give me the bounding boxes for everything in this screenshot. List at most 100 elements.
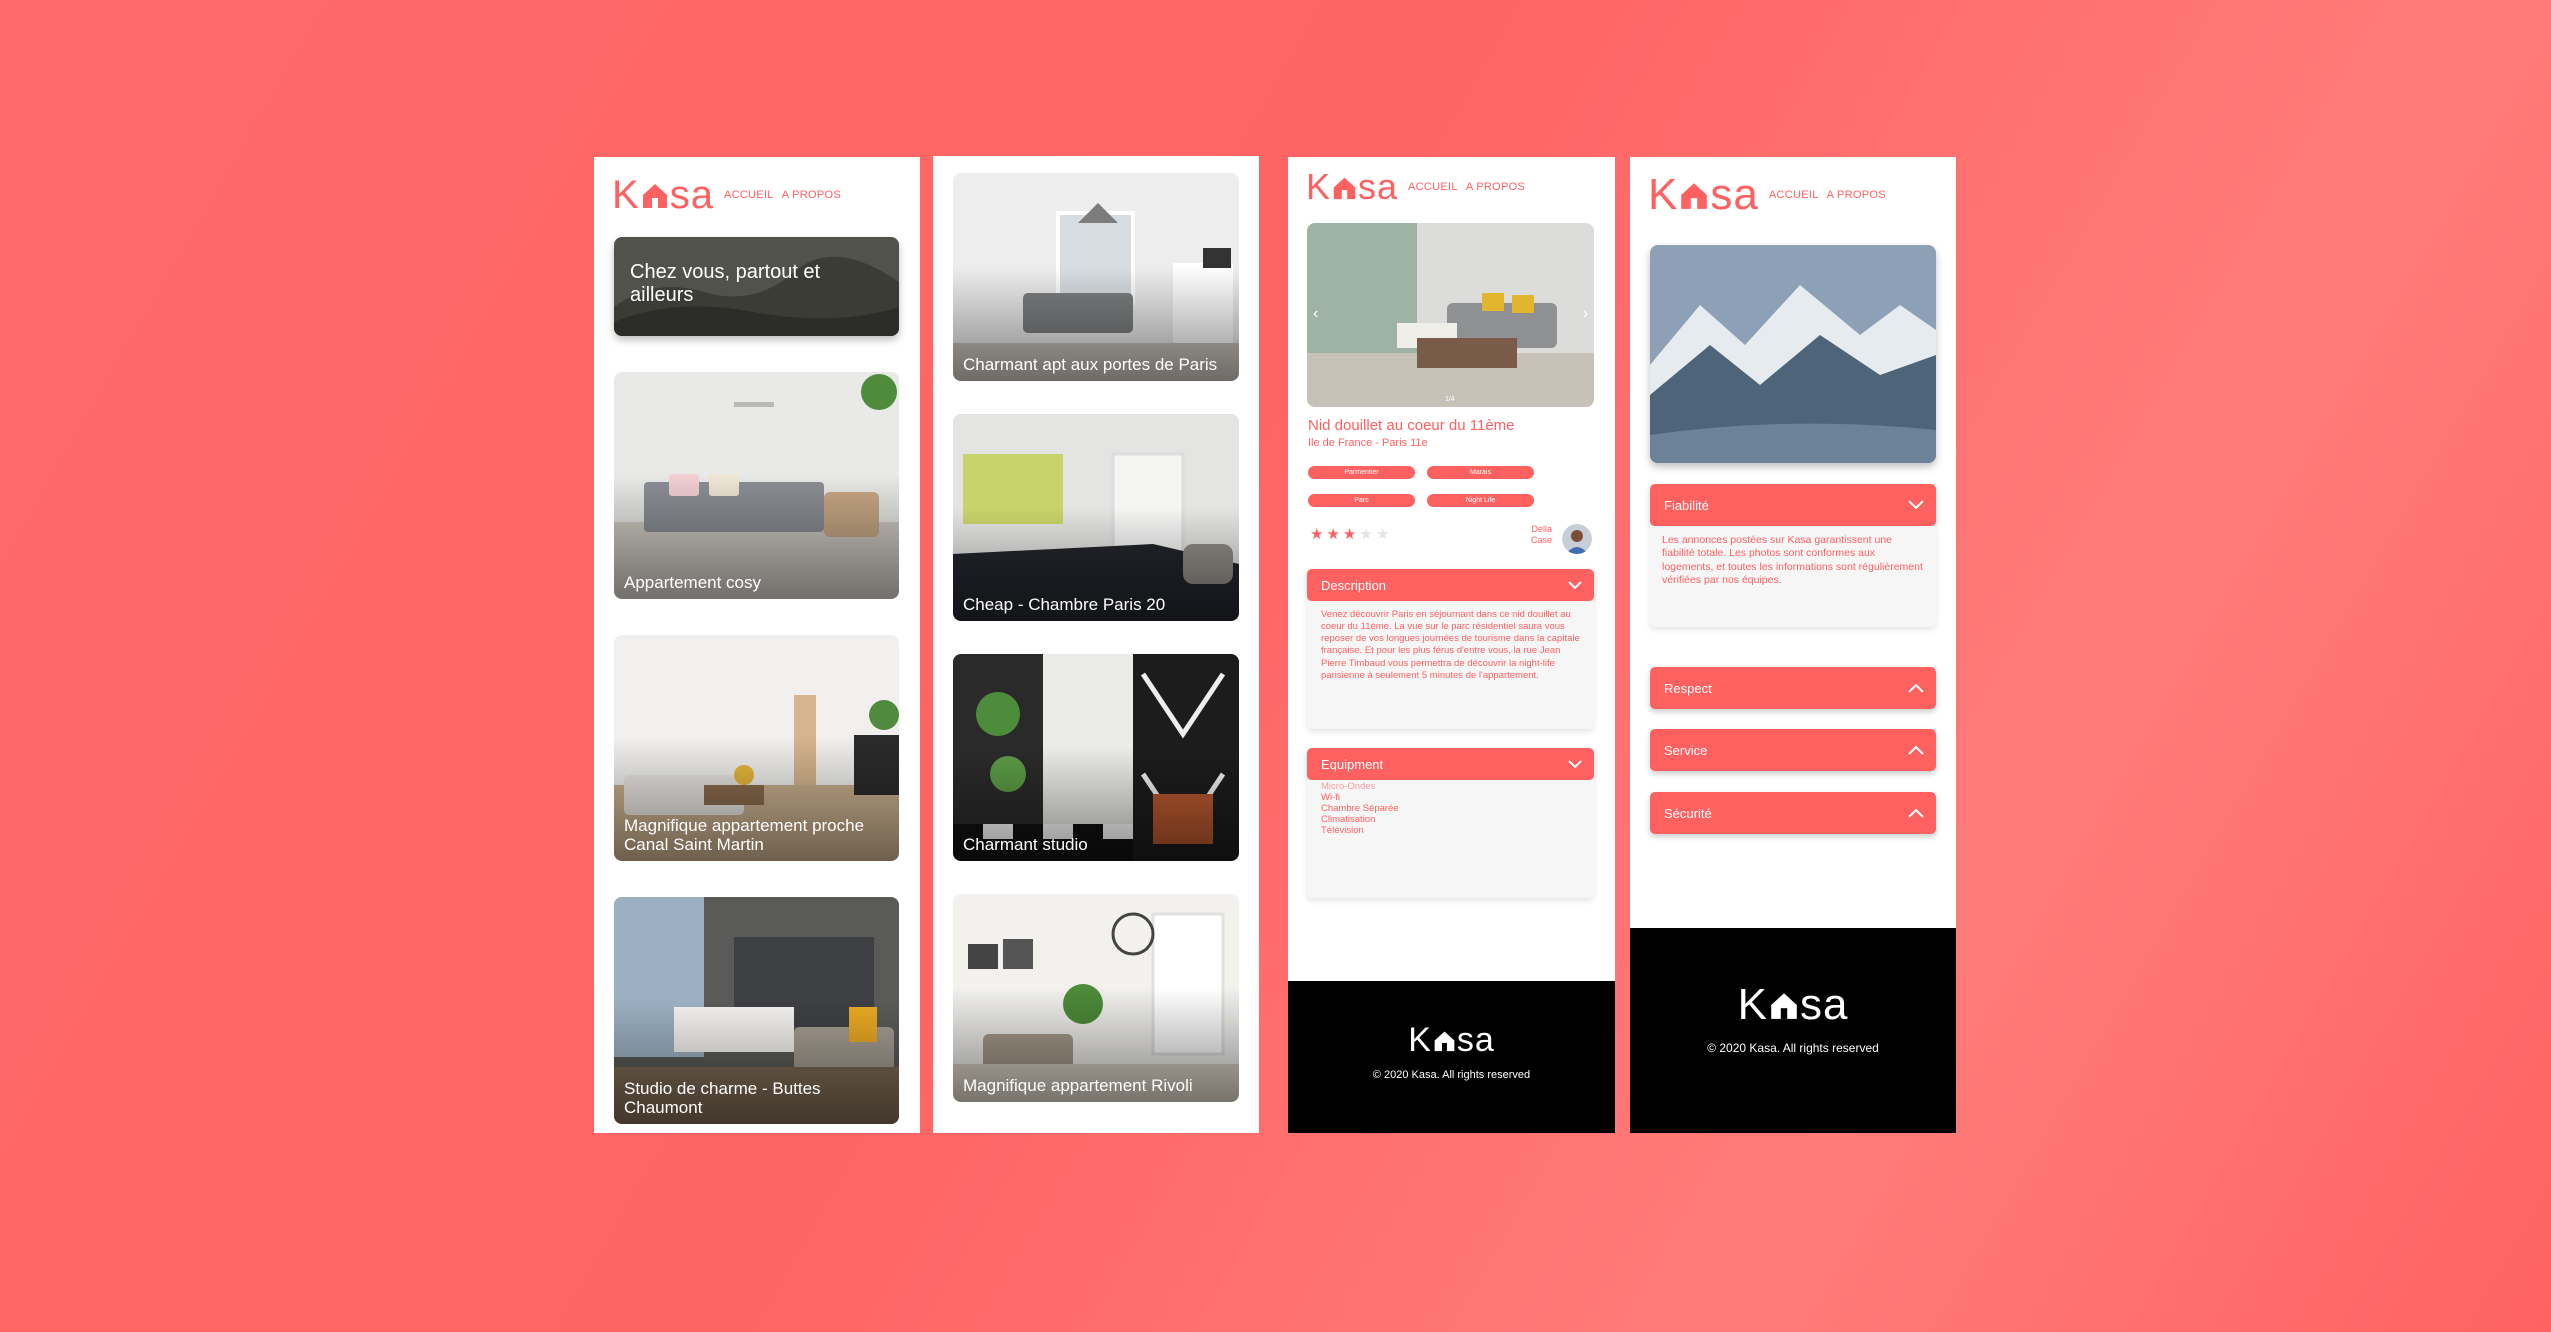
logo-letters-sa: sa <box>669 173 714 217</box>
chevron-down-icon <box>1568 759 1582 768</box>
chevron-down-icon <box>1908 500 1924 510</box>
fiabilite-collapse-header[interactable]: Fiabilité <box>1650 484 1936 526</box>
kasa-logo[interactable]: K sa <box>612 175 714 215</box>
respect-label: Respect <box>1664 680 1712 696</box>
securite-collapse-header[interactable]: Sécurité <box>1650 792 1936 834</box>
description-label: Description <box>1321 577 1387 593</box>
footer: K sa © 2020 Kasa. All rights reserved <box>1288 981 1615 1133</box>
house-icon <box>1333 177 1356 199</box>
kasa-logo[interactable]: K sa <box>1648 173 1759 217</box>
nav-link-home[interactable]: ACCUEIL <box>724 189 774 201</box>
listing-card[interactable]: Charmant apt aux portes de Paris <box>953 173 1239 381</box>
footer: K sa © 2020 Kasa. All rights reserved <box>1630 928 1956 1133</box>
nav-link-about[interactable]: A PROPOS <box>1827 189 1886 201</box>
logo-letters-sa: sa <box>1710 170 1759 219</box>
equipment-label: Equipment <box>1321 756 1384 772</box>
nav-link-home[interactable]: ACCUEIL <box>1408 181 1458 193</box>
listing-card[interactable]: Magnifique appartement Rivoli <box>953 894 1239 1102</box>
house-icon <box>1434 1030 1455 1051</box>
kasa-logo[interactable]: K sa <box>1306 169 1398 205</box>
chevron-right-icon[interactable]: › <box>1583 305 1588 323</box>
listing-title: Charmant studio <box>963 835 1088 855</box>
listing-title: Appartement cosy <box>624 573 762 593</box>
house-icon <box>1771 993 1797 1019</box>
host-name: Della Case <box>1518 524 1552 546</box>
star-icon: ★ <box>1359 526 1373 543</box>
logo-letter-k: K <box>1737 980 1768 1029</box>
gallery-photo <box>1307 223 1594 407</box>
banner-mountain-image <box>1650 245 1936 463</box>
main-nav: ACCUEIL A PROPOS <box>1408 181 1525 193</box>
host-avatar <box>1562 524 1592 554</box>
chevron-up-icon <box>1908 808 1924 818</box>
logo-letters-sa: sa <box>1456 1021 1495 1059</box>
slide-counter: 1/4 <box>1445 396 1455 403</box>
tag: Marais <box>1427 466 1534 479</box>
host-first-name: Della <box>1531 524 1552 534</box>
house-icon <box>642 184 667 208</box>
securite-label: Sécurité <box>1664 805 1712 821</box>
footer-logo: K sa <box>1738 983 1849 1027</box>
about-banner <box>1650 245 1936 463</box>
listing-title: Magnifique appartement Rivoli <box>963 1076 1193 1096</box>
header: K sa ACCUEIL A PROPOS <box>1648 173 1956 217</box>
logo-letter-k: K <box>1648 170 1679 219</box>
logo-letters-sa: sa <box>1799 980 1849 1029</box>
footer-copyright: © 2020 Kasa. All rights reserved <box>1707 1041 1879 1055</box>
header: K sa ACCUEIL A PROPOS <box>1306 169 1615 205</box>
equipment-item: Télévision <box>1321 824 1364 836</box>
home-screen-1: K sa ACCUEIL A PROPOS Chez vous, partout… <box>594 157 920 1133</box>
logo-letters-sa: sa <box>1358 166 1399 207</box>
listing-title: Magnifique appartement proche Canal Sain… <box>624 815 865 855</box>
tag: Night Life <box>1427 494 1534 507</box>
nav-link-home[interactable]: ACCUEIL <box>1769 189 1819 201</box>
house-icon <box>1681 183 1708 209</box>
nav-link-about[interactable]: A PROPOS <box>1466 181 1525 193</box>
service-label: Service <box>1664 742 1708 758</box>
tag: Parmentier <box>1308 466 1415 479</box>
listing-title: Cheap - Chambre Paris 20 <box>963 595 1166 615</box>
listing-detail-screen: K sa ACCUEIL A PROPOS ‹ › 1/4 Nid douill… <box>1288 157 1615 1133</box>
listing-card[interactable]: Charmant studio <box>953 654 1239 861</box>
gallery-carousel: ‹ › 1/4 <box>1307 223 1594 407</box>
listing-title: Nid douillet au coeur du 11ème <box>1308 417 1515 434</box>
home-screen-2: Charmant apt aux portes de Paris Cheap -… <box>933 156 1259 1133</box>
logo-letter-k: K <box>1306 166 1332 207</box>
description-collapse-header[interactable]: Description <box>1307 569 1594 601</box>
nav-link-about[interactable]: A PROPOS <box>782 189 841 201</box>
service-collapse-header[interactable]: Service <box>1650 729 1936 771</box>
star-icon: ★ <box>1375 526 1390 543</box>
equipment-item: Micro-Ondes <box>1321 781 1376 792</box>
about-screen: K sa ACCUEIL A PROPOS Fiabilité Les anno… <box>1630 157 1956 1133</box>
logo-letter-k: K <box>612 173 640 217</box>
logo-letter-k: K <box>1408 1021 1432 1059</box>
listing-title: Charmant apt aux portes de Paris <box>963 355 1218 375</box>
respect-collapse-header[interactable]: Respect <box>1650 667 1936 709</box>
star-icon: ★ <box>1342 526 1357 543</box>
listing-location: Ile de France - Paris 11e <box>1308 437 1428 449</box>
equipment-collapse-body: Micro-Ondes Wi-fi Chambre Séparée Climat… <box>1307 780 1594 898</box>
host-last-name: Case <box>1530 534 1552 545</box>
star-icon: ★ <box>1326 526 1340 543</box>
listing-card[interactable]: Appartement cosy <box>614 372 899 599</box>
equipment-collapse-header[interactable]: Equipment <box>1307 748 1594 780</box>
listing-card[interactable]: Magnifique appartement proche Canal Sain… <box>614 635 899 861</box>
chevron-left-icon[interactable]: ‹ <box>1313 305 1318 323</box>
fiabilite-collapse-body: Les annonces postées sur Kasa garantisse… <box>1650 526 1936 627</box>
listing-card[interactable]: Studio de charme - Buttes Chaumont <box>614 897 899 1124</box>
listing-card[interactable]: Cheap - Chambre Paris 20 <box>953 414 1239 621</box>
rating: ★ ★ ★ ★ ★ <box>1310 527 1389 542</box>
header: K sa ACCUEIL A PROPOS <box>612 175 920 215</box>
fiabilite-label: Fiabilité <box>1664 497 1709 513</box>
chevron-down-icon <box>1568 580 1582 589</box>
footer-logo: K sa <box>1408 1023 1495 1057</box>
main-nav: ACCUEIL A PROPOS <box>724 189 841 201</box>
banner-title: Chez vous, partout et ailleurs <box>630 261 821 306</box>
star-icon: ★ <box>1310 526 1324 543</box>
chevron-up-icon <box>1908 683 1924 693</box>
fiabilite-text: Les annonces postées sur Kasa garantisse… <box>1662 534 1923 587</box>
description-collapse-body: Venez découvrir Paris en séjournant dans… <box>1307 601 1594 729</box>
footer-copyright: © 2020 Kasa. All rights reserved <box>1372 1069 1531 1081</box>
listing-title: Studio de charme - Buttes Chaumont <box>624 1078 821 1118</box>
main-nav: ACCUEIL A PROPOS <box>1769 189 1886 201</box>
